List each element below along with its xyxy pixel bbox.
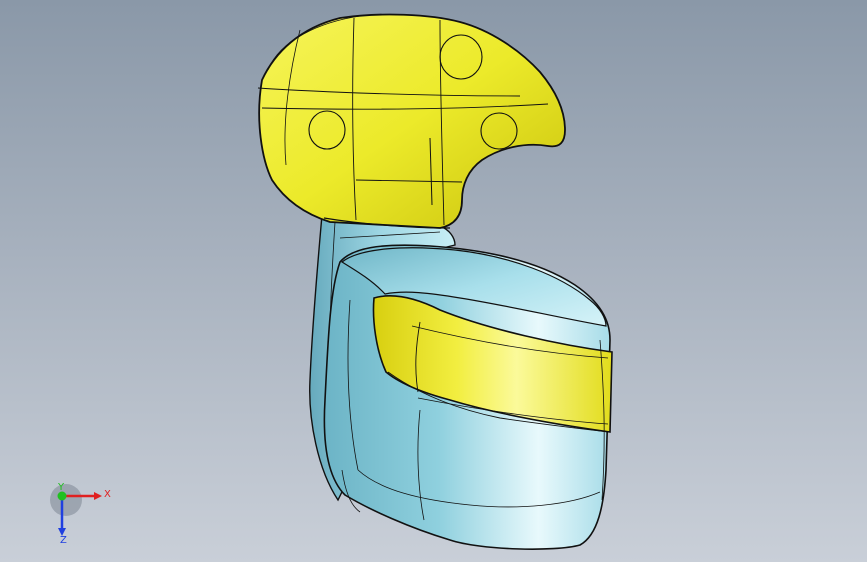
3d-viewport[interactable]: X Y Z: [0, 0, 867, 562]
x-axis-arrowhead: [94, 492, 102, 500]
x-axis-label: X: [104, 489, 111, 500]
yellow-head[interactable]: [258, 13, 566, 229]
y-axis-label: Y: [57, 482, 65, 493]
cad-model[interactable]: [0, 0, 867, 562]
z-axis-label: Z: [60, 535, 67, 544]
triad-origin-shadow: [50, 484, 82, 516]
axis-triad: X Y Z: [48, 482, 118, 546]
